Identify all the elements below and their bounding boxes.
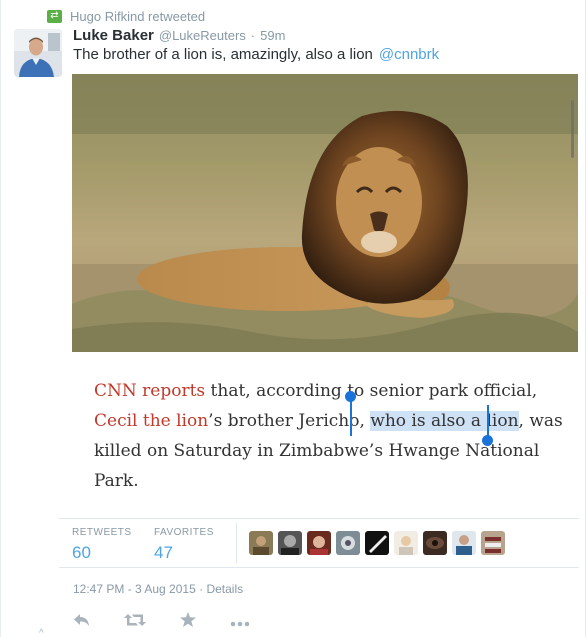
quoted-article-text: CNN reports that, according to senior pa… [94, 376, 564, 496]
cecil-link[interactable]: Cecil the lion [94, 411, 208, 431]
retweet-action-icon[interactable] [124, 613, 146, 631]
favoriter-avatar[interactable] [423, 531, 447, 555]
retweet-context: ⇄ Hugo Rifkind retweeted [47, 8, 205, 24]
tweet-timestamp[interactable]: 59m [260, 28, 285, 43]
tweet-body: The brother of a lion is, amazingly, als… [73, 46, 373, 63]
author-username[interactable]: @LukeReuters [159, 28, 246, 43]
favorites-count: 47 [154, 543, 173, 562]
favoriter-avatar[interactable] [249, 531, 273, 555]
favoriter-avatar[interactable] [278, 531, 302, 555]
retweet-icon: ⇄ [47, 9, 62, 23]
tweet-photo[interactable] [72, 74, 578, 352]
retweets-count: 60 [72, 543, 91, 562]
selected-text[interactable]: who is also a lion [370, 411, 519, 431]
image-scrollbar[interactable] [571, 100, 574, 158]
stats-divider [236, 523, 237, 563]
favoriter-avatar[interactable] [365, 531, 389, 555]
favorites-label: FAVORITES [154, 527, 214, 538]
tweet-datetime: 12:47 PM - 3 Aug 2015 [73, 582, 196, 596]
tweet-text: The brother of a lion is, amazingly, als… [73, 46, 439, 63]
retweeter-link[interactable]: Hugo Rifkind retweeted [70, 9, 205, 24]
header-separator: · [250, 28, 256, 43]
details-link[interactable]: Details [206, 582, 243, 596]
more-icon[interactable] [230, 613, 250, 631]
favorite-icon[interactable] [180, 612, 196, 631]
selection-end-handle[interactable] [482, 435, 493, 446]
tweet-actions [73, 612, 250, 631]
tweet-meta: 12:47 PM - 3 Aug 2015 · Details [73, 582, 243, 596]
tweet-stats: RETWEETS 60 FAVORITES 47 [59, 518, 579, 568]
reply-icon[interactable] [73, 613, 90, 631]
favoriters-avatars [249, 531, 505, 555]
favoriter-avatar[interactable] [481, 531, 505, 555]
favoriter-avatar[interactable] [394, 531, 418, 555]
meta-separator: · [199, 582, 204, 596]
favoriter-avatar[interactable] [336, 531, 360, 555]
retweets-stat[interactable]: RETWEETS 60 [72, 527, 132, 563]
mention-link[interactable]: @cnnbrk [379, 46, 439, 63]
quote-text-1: that, according to [205, 381, 365, 401]
favoriter-avatar[interactable] [307, 531, 331, 555]
author-avatar[interactable] [14, 29, 62, 77]
retweets-label: RETWEETS [72, 527, 132, 538]
caret-icon: ^ [39, 628, 44, 637]
author-fullname[interactable]: Luke Baker [73, 27, 154, 44]
selection-start-bar [350, 398, 352, 436]
quote-text-3: ’s brother Jericho, [208, 411, 371, 431]
favoriter-avatar[interactable] [452, 531, 476, 555]
tweet-header: Luke Baker @LukeReuters · 59m [73, 27, 285, 44]
selection-end-bar [487, 405, 489, 438]
cnn-reports-link[interactable]: CNN reports [94, 381, 205, 401]
quote-text-2: senior park official, [364, 381, 538, 401]
tweet-card: ⇄ Hugo Rifkind retweeted Luke Baker @Luk… [0, 0, 586, 637]
favorites-stat[interactable]: FAVORITES 47 [154, 527, 214, 563]
